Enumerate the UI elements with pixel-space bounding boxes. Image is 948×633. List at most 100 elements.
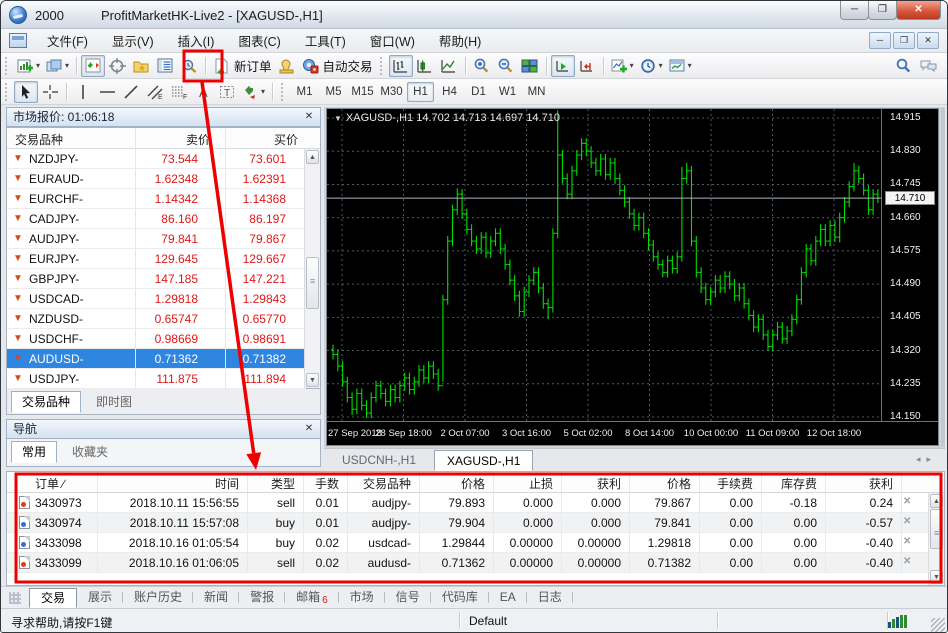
scroll-down-icon[interactable]: ▼	[930, 570, 943, 584]
crosshair-tool-button[interactable]	[38, 81, 62, 103]
column-ask[interactable]: 买价	[274, 131, 298, 148]
terminal-tab-邮箱[interactable]: 邮箱 6	[285, 588, 339, 608]
market-watch-row[interactable]: ▼ GBPJPY- 147.185 147.221	[7, 269, 306, 289]
strategy-tester-button[interactable]	[177, 55, 201, 77]
terminal-column-7[interactable]: 止损	[493, 475, 553, 492]
favorites-button[interactable]: ★	[129, 55, 153, 77]
status-profile[interactable]: Default	[469, 614, 507, 628]
terminal-column-4[interactable]: 手数	[303, 475, 339, 492]
line-chart-mode-button[interactable]	[437, 55, 461, 77]
market-watch-row[interactable]: ▼ CADJPY- 86.160 86.197	[7, 209, 306, 229]
terminal-column-10[interactable]: 手续费	[699, 475, 753, 492]
market-watch-row[interactable]: ▼ USDCAD- 1.29818 1.29843	[7, 289, 306, 309]
auto-scroll-button[interactable]	[550, 54, 575, 77]
menu-item-插入[interactable]: 插入(I)	[166, 28, 227, 53]
terminal-tab-展示[interactable]: 展示	[77, 588, 124, 608]
timeframe-H1[interactable]: H1	[407, 81, 435, 102]
terminal-tab-EA[interactable]: EA	[489, 588, 527, 608]
close-button[interactable]: ✕	[896, 1, 941, 20]
terminal-tab-日志[interactable]: 日志	[527, 588, 573, 608]
timeframe-M30[interactable]: M30	[378, 82, 405, 102]
close-order-icon[interactable]: ✕	[903, 556, 911, 567]
terminal-tab-代码库[interactable]: 代码库	[431, 588, 489, 608]
timeframe-MN[interactable]: MN	[523, 82, 550, 102]
autotrading-button[interactable]: 自动交易	[299, 55, 376, 77]
candlestick-mode-button[interactable]	[413, 55, 437, 77]
close-icon[interactable]: ✕	[302, 110, 316, 124]
terminal-column-2[interactable]: 时间	[97, 475, 239, 492]
timeframe-W1[interactable]: W1	[494, 82, 521, 102]
stamp-button[interactable]	[275, 55, 299, 77]
terminal-scrollbar[interactable]: ▲ ▼	[928, 493, 944, 585]
scroll-up-icon[interactable]: ▲	[306, 150, 319, 164]
indicators-button[interactable]: ▾	[608, 55, 637, 77]
chat-button[interactable]	[915, 55, 939, 77]
column-bid[interactable]: 卖价	[186, 131, 210, 148]
label-tool-button[interactable]: T	[215, 81, 239, 103]
text-tool-button[interactable]: A	[191, 81, 215, 103]
fibonacci-tool-button[interactable]: F	[167, 81, 191, 103]
terminal-column-9[interactable]: 价格	[629, 475, 691, 492]
data-window-button[interactable]	[153, 55, 177, 77]
terminal-tab-交易[interactable]: 交易	[29, 588, 78, 608]
terminal-tab-信号[interactable]: 信号	[385, 588, 431, 608]
market-watch-row[interactable]: ▼ EURJPY- 129.645 129.667	[7, 249, 306, 269]
bar-chart-mode-button[interactable]	[388, 54, 413, 77]
tab-common[interactable]: 常用	[11, 441, 58, 463]
order-row[interactable]: 3433099 2018.10.16 01:06:05 sell 0.02 audusd…	[7, 553, 944, 573]
zoom-in-button[interactable]	[470, 55, 494, 77]
toolbar-grip[interactable]	[281, 82, 286, 101]
zoom-out-button[interactable]	[494, 55, 518, 77]
child-restore-button[interactable]: ❐	[893, 32, 915, 49]
timeframe-H4[interactable]: H4	[436, 82, 463, 102]
terminal-tab-市场[interactable]: 市场	[339, 588, 385, 608]
terminal-tab-账户历史[interactable]: 账户历史	[123, 588, 194, 608]
order-row[interactable]: 3430974 2018.10.11 15:57:08 buy 0.01 audjpy-…	[7, 513, 944, 533]
terminal-column-11[interactable]: 库存费	[761, 475, 817, 492]
toolbar-grip[interactable]	[5, 82, 10, 101]
order-row[interactable]: 3430973 2018.10.11 15:56:55 sell 0.01 audjpy…	[7, 493, 944, 513]
market-watch-row[interactable]: ▼ NZDJPY- 73.544 73.601	[7, 149, 306, 169]
tab-favorites[interactable]: 收藏夹	[61, 441, 119, 463]
chart-system-icon[interactable]	[9, 33, 27, 48]
menu-item-窗口[interactable]: 窗口(W)	[358, 28, 427, 53]
column-symbol[interactable]: 交易品种	[15, 131, 63, 148]
price-axis[interactable]: 14.915 14.830 14.745 14.660 14.575 14.490 14.4…	[881, 109, 938, 422]
timeframe-M15[interactable]: M15	[349, 82, 376, 102]
menu-item-帮助[interactable]: 帮助(H)	[427, 28, 493, 53]
new-order-button[interactable]: 新订单	[210, 55, 275, 77]
market-watch-row[interactable]: ▼ USDCHF- 0.98669 0.98691	[7, 329, 306, 349]
chart-shift-button[interactable]	[575, 55, 599, 77]
terminal-column-5[interactable]: 交易品种	[347, 475, 411, 492]
child-close-button[interactable]: ✕	[917, 32, 939, 49]
timeframe-D1[interactable]: D1	[465, 82, 492, 102]
scroll-up-icon[interactable]: ▲	[930, 494, 943, 508]
timeframe-M5[interactable]: M5	[320, 82, 347, 102]
chart-plot[interactable]	[327, 109, 881, 421]
market-watch-button[interactable]	[81, 54, 106, 77]
tab-tick-chart[interactable]: 即时图	[85, 391, 143, 413]
scroll-down-icon[interactable]: ▼	[306, 373, 319, 387]
navigator-button[interactable]	[105, 55, 129, 77]
time-axis[interactable]: 27 Sep 2018 28 Sep 18:00 2 Oct 07:00 3 Oct …	[327, 421, 938, 445]
close-icon[interactable]: ✕	[302, 422, 316, 436]
market-watch-row[interactable]: ▼ AUDUSD- 0.71362 0.71382	[7, 349, 306, 369]
vertical-line-tool-button[interactable]	[71, 81, 95, 103]
scroll-thumb[interactable]	[930, 509, 943, 549]
tab-scroll-arrows-icon[interactable]: ◂▸	[916, 454, 937, 465]
arrows-tool-button[interactable]: ▾	[239, 81, 268, 103]
templates-button[interactable]: ▾	[666, 55, 695, 77]
close-order-icon[interactable]: ✕	[903, 516, 911, 527]
market-watch-row[interactable]: ▼ USDJPY- 111.875 111.894	[7, 369, 306, 389]
tile-windows-button[interactable]	[518, 55, 542, 77]
terminal-column-6[interactable]: 价格	[419, 475, 485, 492]
terminal-column-8[interactable]: 获利	[561, 475, 621, 492]
minimize-button[interactable]: ─	[840, 1, 869, 20]
toolbar-grip[interactable]	[5, 56, 10, 75]
market-watch-row[interactable]: ▼ EURCHF- 1.14342 1.14368	[7, 189, 306, 209]
resize-grip[interactable]	[931, 618, 945, 632]
timeframe-M1[interactable]: M1	[291, 82, 318, 102]
close-order-icon[interactable]: ✕	[903, 496, 911, 507]
tab-symbols[interactable]: 交易品种	[11, 391, 82, 413]
trendline-tool-button[interactable]	[119, 81, 143, 103]
